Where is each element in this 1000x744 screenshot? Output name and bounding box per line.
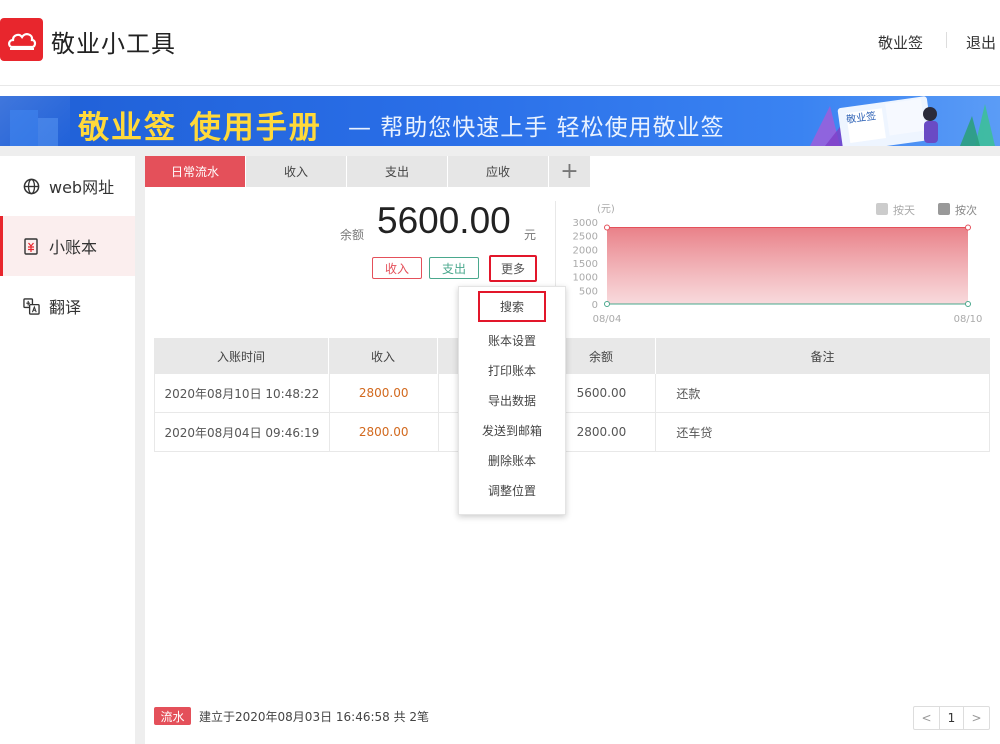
balance-area [607,227,968,304]
ledger-info: 建立于2020年08月03日 16:46:58 共 2笔 [199,710,430,724]
sidebar-item-translate[interactable]: 翻译 [0,276,135,336]
sidebar-item-label: web网址 [49,178,115,197]
logout-link[interactable]: 退出 [966,32,996,53]
app-title: 敬业小工具 [51,30,176,58]
menu-item-delete-ledger[interactable]: 删除账本 [459,445,565,475]
ledger-tabs: 日常流水 收入 支出 应收 + [145,156,591,187]
balance-label: 余额 [340,228,365,242]
next-page-button[interactable]: > [964,707,989,729]
cell-note: 还车贷 [676,425,713,440]
chart-unit-label: (元) [597,204,615,215]
y-tick-label: 1000 [573,273,598,284]
y-tick-label: 2500 [573,232,598,243]
income-button[interactable]: 收入 [372,257,422,279]
sidebar-item-web[interactable]: web网址 [0,156,135,216]
manual-banner[interactable]: 敬业签 使用手册 — 帮助您快速上手 轻松使用敬业签 敬业签 [0,96,1000,146]
data-point[interactable] [965,224,971,231]
column-header-time[interactable]: 入账时间 [154,338,329,374]
expense-button[interactable]: 支出 [429,257,479,279]
legend-day-swatch[interactable] [876,203,888,215]
tab-receivable[interactable]: 应收 [448,156,548,187]
cell-note: 还款 [676,386,701,401]
cube-decoration-icon [10,110,58,146]
ledger-main: 日常流水 收入 支出 应收 + 余额 5600.00 元 收入 支出 更多 (元… [145,156,1000,744]
flow-badge: 流水 [154,707,191,725]
more-dropdown-menu: 搜索 账本设置 打印账本 导出数据 发送到邮箱 删除账本 调整位置 [458,286,566,515]
x-tick-label: 08/04 [593,314,622,325]
sidebar-item-ledger[interactable]: 小账本 [0,216,135,276]
y-tick-label: 500 [579,286,598,297]
cell-time: 2020年08月10日 10:48:22 [155,374,330,412]
cell-time: 2020年08月04日 09:46:19 [155,413,330,451]
ledger-icon [22,237,40,255]
table-row[interactable]: 2020年08月04日 09:46:19 2800.00 2800.00 还车贷 [154,413,990,452]
balance-chart: (元) 按天 按次 3000 2500 2000 1500 1000 500 0 08/04… [573,203,983,325]
y-tick-label: 0 [592,300,598,311]
table-header: 入账时间 收入 支出 余额 备注 [154,338,990,374]
x-tick-label: 08/10 [954,314,983,325]
add-tab-button[interactable]: + [549,156,590,187]
balance-value: 5600.00 [377,200,511,241]
top-header: 敬业小工具 敬业签 退出 [0,0,1000,86]
legend-count-label[interactable]: 按次 [955,203,977,217]
cell-income: 2800.00 [330,374,439,412]
legend-day-label[interactable]: 按天 [893,203,915,217]
menu-item-adjust-position[interactable]: 调整位置 [459,475,565,505]
y-tick-label: 2000 [573,245,598,256]
column-header-income[interactable]: 收入 [329,338,438,374]
nav-jingyeqian[interactable]: 敬业签 [878,32,923,53]
page-number-1[interactable]: 1 [939,707,964,729]
tab-daily-flow[interactable]: 日常流水 [145,156,245,187]
menu-item-search[interactable]: 搜索 [478,291,546,322]
nav-divider [946,32,947,48]
menu-item-export-data[interactable]: 导出数据 [459,385,565,415]
app-logo[interactable] [0,18,43,61]
column-header-note[interactable]: 备注 [656,338,989,374]
banner-title: 敬业签 使用手册 [78,110,322,146]
more-button[interactable]: 更多 [489,255,537,282]
y-tick-label: 1500 [573,259,598,270]
menu-item-print-ledger[interactable]: 打印账本 [459,355,565,385]
table-row[interactable]: 2020年08月10日 10:48:22 2800.00 5600.00 还款 [154,374,990,413]
cell-income: 2800.00 [330,413,439,451]
translate-icon [22,297,40,315]
sidebar: web网址 小账本 翻译 [0,156,135,744]
sidebar-item-label: 小账本 [49,238,98,257]
sidebar-item-label: 翻译 [49,298,82,317]
manual-illustration-icon [810,96,995,146]
tab-income[interactable]: 收入 [246,156,346,187]
baseline-point[interactable] [965,301,971,307]
menu-item-send-email[interactable]: 发送到邮箱 [459,415,565,445]
ledger-table: 入账时间 收入 支出 余额 备注 2020年08月10日 10:48:22 28… [154,338,990,452]
balance-unit: 元 [524,228,537,242]
tab-expense[interactable]: 支出 [347,156,447,187]
cloud-logo-icon [7,32,36,50]
prev-page-button[interactable]: < [914,707,939,729]
banner-subtitle: — 帮助您快速上手 轻松使用敬业签 [348,115,725,141]
legend-count-swatch[interactable] [938,203,950,215]
globe-icon [22,177,40,195]
baseline-point[interactable] [604,301,610,307]
pagination: < 1 > [913,706,990,730]
menu-item-ledger-settings[interactable]: 账本设置 [459,325,565,355]
data-point[interactable] [604,224,610,231]
y-tick-label: 3000 [573,218,598,229]
